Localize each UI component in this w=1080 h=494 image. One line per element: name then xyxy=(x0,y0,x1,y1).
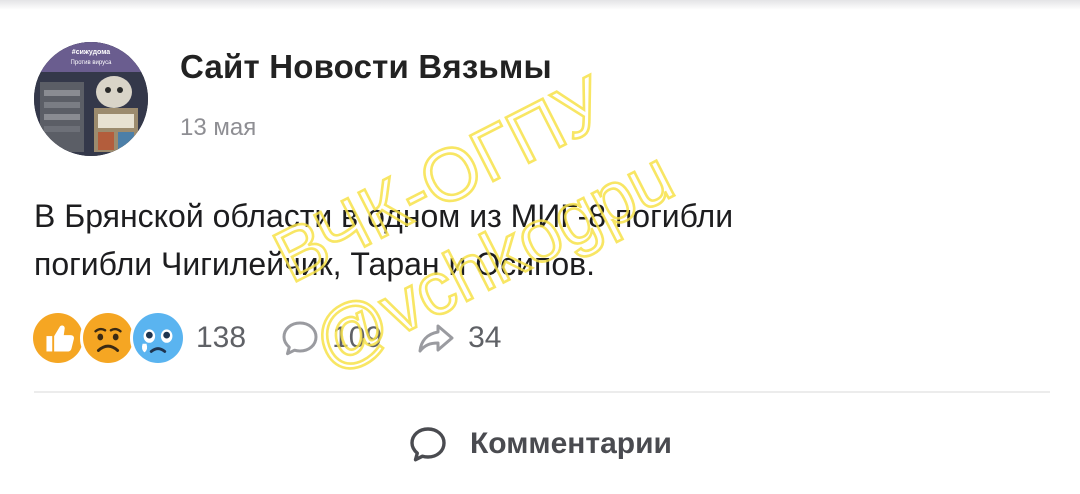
reactions-group[interactable] xyxy=(30,310,186,366)
avatar-caption-top: #сижудома xyxy=(72,49,110,56)
shares-count: 34 xyxy=(468,321,502,354)
avatar-caption-bottom: Против вируса xyxy=(71,60,113,66)
crying-emoji-icon xyxy=(130,310,186,366)
avatar-image: #сижудома Против вируса xyxy=(34,42,148,156)
share-arrow-icon xyxy=(418,324,454,353)
comments-button-label: Комментарии xyxy=(469,427,673,460)
reactions-count: 138 xyxy=(196,321,247,354)
comments-button[interactable]: Комментарии xyxy=(0,414,1080,474)
comment-bubble-icon xyxy=(410,427,446,462)
comments-count: 109 xyxy=(332,321,383,354)
author-avatar[interactable]: #сижудома Против вируса xyxy=(34,42,148,156)
sad-emoji-icon xyxy=(80,310,136,366)
thumbs-up-emoji-icon xyxy=(30,310,86,366)
comments-action[interactable]: 109 xyxy=(280,318,382,358)
post-text-line: погибли Чигилейчик, Таран и Осипов. xyxy=(34,246,596,282)
comment-bubble-icon xyxy=(282,321,318,356)
share-action[interactable]: 34 xyxy=(416,318,502,358)
post-card: #сижудома Против вируса Сайт Новости Вяз… xyxy=(0,0,1080,494)
post-date: 13 мая xyxy=(180,114,257,141)
post-actions-bar: 138 109 34 xyxy=(30,308,502,368)
author-name[interactable]: Сайт Новости Вязьмы xyxy=(180,48,552,86)
post-text-line: В Брянской области в одном из МИГ-8 поги… xyxy=(34,198,734,234)
divider xyxy=(34,391,1050,393)
post-text: В Брянской области в одном из МИГ-8 поги… xyxy=(34,192,1034,288)
